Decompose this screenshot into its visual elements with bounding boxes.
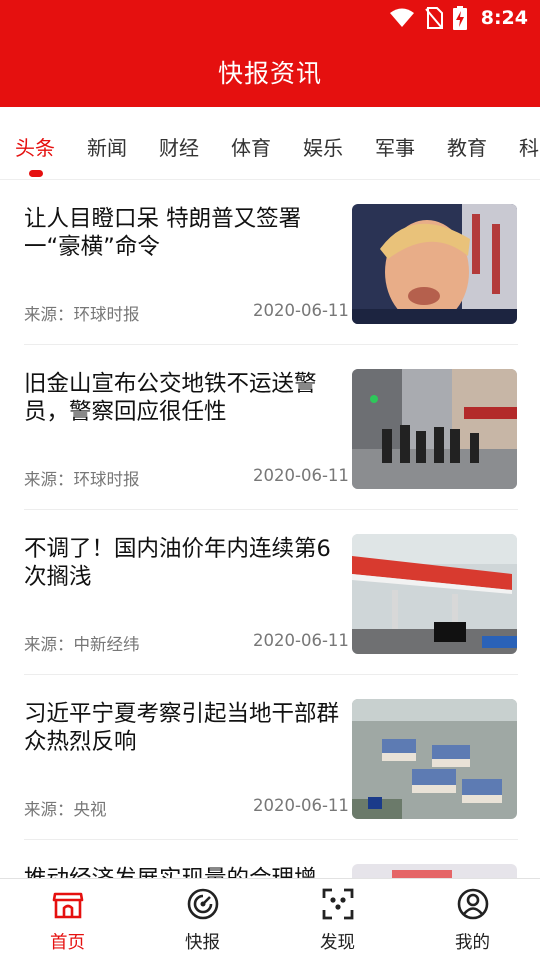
tab-news[interactable]: 新闻 <box>87 132 127 161</box>
tab-military[interactable]: 军事 <box>375 132 415 161</box>
tab-education[interactable]: 教育 <box>447 132 487 161</box>
news-title: 让人目瞪口呆 特朗普又签署一“豪横”命令 <box>24 206 302 260</box>
news-source: 来源：环球时报 <box>24 305 140 324</box>
screen: 8:24 快报资讯 头条 新闻 财经 体育 娱乐 军事 教育 科 让人目瞪口呆 … <box>0 0 540 960</box>
news-title: 旧金山宣布公交地铁不运送警员，警察回应很任性 <box>24 371 317 425</box>
tab-tech[interactable]: 科 <box>519 132 539 161</box>
nav-home[interactable]: 首页 <box>0 879 135 960</box>
status-bar: 8:24 <box>389 4 528 32</box>
nav-discover[interactable]: 发现 <box>270 879 405 960</box>
news-item[interactable]: 旧金山宣布公交地铁不运送警员，警察回应很任性 来源：环球时报 2020-06-1… <box>24 345 518 510</box>
news-title: 推动经济发展实现量的合理增 <box>24 865 342 878</box>
nav-label: 我的 <box>455 933 490 953</box>
app-header: 8:24 快报资讯 <box>0 0 540 107</box>
tab-finance[interactable]: 财经 <box>159 132 199 161</box>
nav-label: 首页 <box>50 933 85 953</box>
active-tab-indicator <box>29 170 43 177</box>
user-icon <box>457 888 488 920</box>
news-title: 不调了！国内油价年内连续第6次搁浅 <box>24 536 331 590</box>
news-thumbnail <box>352 699 517 819</box>
news-thumbnail <box>352 369 517 489</box>
news-date: 2020-06-11 <box>253 301 349 320</box>
nav-label: 发现 <box>320 933 355 953</box>
news-thumbnail <box>352 204 517 324</box>
news-list: 让人目瞪口呆 特朗普又签署一“豪横”命令 来源：环球时报 2020-06-11 … <box>0 180 540 878</box>
home-icon <box>52 892 83 919</box>
news-date: 2020-06-11 <box>253 466 349 485</box>
news-item[interactable]: 不调了！国内油价年内连续第6次搁浅 来源：中新经纬 2020-06-11 <box>24 510 518 675</box>
wifi-icon <box>389 8 414 27</box>
news-title: 习近平宁夏考察引起当地干部群众热烈反响 <box>24 701 340 755</box>
news-date: 2020-06-11 <box>253 796 349 815</box>
clock: 8:24 <box>480 7 528 29</box>
news-item[interactable]: 推动经济发展实现量的合理增 <box>24 840 518 878</box>
nav-flash[interactable]: 快报 <box>135 879 270 960</box>
bottom-nav: 首页 快报 发现 我的 <box>0 878 540 960</box>
nav-profile[interactable]: 我的 <box>405 879 540 960</box>
tab-sports[interactable]: 体育 <box>231 132 271 161</box>
news-item[interactable]: 让人目瞪口呆 特朗普又签署一“豪横”命令 来源：环球时报 2020-06-11 <box>24 180 518 345</box>
radar-icon <box>187 888 218 920</box>
battery-charging-icon <box>452 6 467 30</box>
news-date: 2020-06-11 <box>253 631 349 650</box>
tab-headlines[interactable]: 头条 <box>15 132 55 161</box>
no-sim-icon <box>424 7 443 29</box>
news-thumbnail <box>352 534 517 654</box>
scan-icon <box>322 888 353 920</box>
news-source: 来源：环球时报 <box>24 470 140 489</box>
tab-entertainment[interactable]: 娱乐 <box>303 132 343 161</box>
news-source: 来源：央视 <box>24 800 107 819</box>
news-item[interactable]: 习近平宁夏考察引起当地干部群众热烈反响 来源：央视 2020-06-11 <box>24 675 518 840</box>
news-source: 来源：中新经纬 <box>24 635 140 654</box>
nav-label: 快报 <box>185 933 220 953</box>
page-title: 快报资讯 <box>217 59 322 88</box>
news-thumbnail <box>352 864 517 878</box>
category-tabs: 头条 新闻 财经 体育 娱乐 军事 教育 科 <box>0 107 540 180</box>
